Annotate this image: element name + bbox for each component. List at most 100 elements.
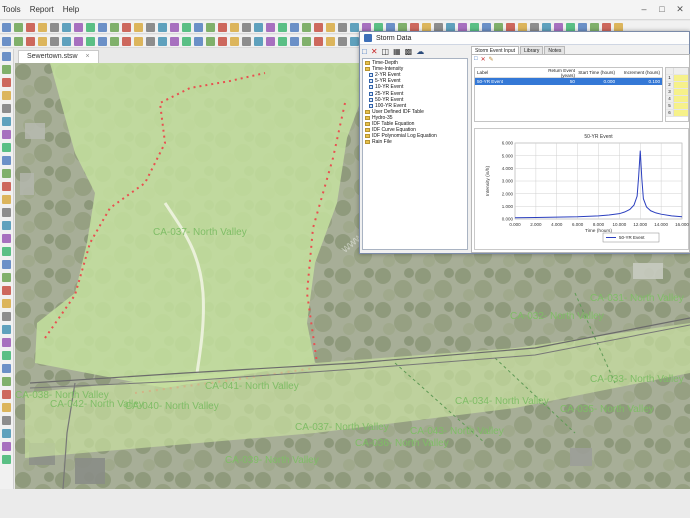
delete-icon[interactable]: ✕ (371, 47, 378, 57)
toolbar-tool-icon[interactable] (134, 36, 143, 46)
toolbar-tool-icon[interactable] (2, 338, 11, 347)
toolbar-tool-icon[interactable] (170, 22, 179, 32)
toolbar-tool-icon[interactable] (62, 22, 71, 32)
checkbox-icon[interactable] (369, 85, 373, 90)
grid-cell[interactable] (674, 96, 688, 102)
toolbar-tool-icon[interactable] (14, 22, 23, 32)
grid-cell[interactable] (674, 103, 688, 109)
menu-tools[interactable]: Tools (2, 5, 21, 14)
toolbar-tool-icon[interactable] (26, 36, 35, 46)
toolbar-tool-icon[interactable] (2, 117, 11, 126)
toolbar-tool-icon[interactable] (278, 36, 287, 46)
toolbar-tool-icon[interactable] (326, 22, 335, 32)
checkbox-icon[interactable] (369, 91, 373, 96)
toolbar-tool-icon[interactable] (2, 22, 11, 32)
toolbar-tool-icon[interactable] (110, 22, 119, 32)
grid-row[interactable]: 2 (666, 82, 688, 89)
close-icon[interactable]: ✕ (674, 3, 686, 15)
toolbar-tool-icon[interactable] (38, 36, 47, 46)
toolbar-tool-icon[interactable] (2, 429, 11, 438)
table-row[interactable]: 50-YR Event 50 0.000 0.100 (475, 78, 662, 85)
toolbar-tool-icon[interactable] (74, 22, 83, 32)
toolbar-tool-icon[interactable] (302, 22, 311, 32)
grid-row[interactable]: 4 (666, 96, 688, 103)
tab-notes[interactable]: Notes (544, 46, 566, 54)
toolbar-tool-icon[interactable] (50, 22, 59, 32)
grid-cell[interactable] (674, 75, 688, 81)
toolbar-tool-icon[interactable] (290, 22, 299, 32)
toolbar-tool-icon[interactable] (194, 22, 203, 32)
checkbox-icon[interactable] (369, 103, 373, 108)
toolbar-tool-icon[interactable] (218, 36, 227, 46)
grid-row[interactable]: 5 (666, 103, 688, 110)
toolbar-tool-icon[interactable] (50, 36, 59, 46)
toolbar-tool-icon[interactable] (158, 22, 167, 32)
edit-event-icon[interactable]: ✎ (489, 56, 494, 63)
toolbar-tool-icon[interactable] (14, 36, 23, 46)
document-tab[interactable]: Sewertown.stsw × (18, 50, 99, 63)
toolbar-tool-icon[interactable] (266, 22, 275, 32)
toolbar-tool-icon[interactable] (2, 221, 11, 230)
toolbar-tool-icon[interactable] (2, 312, 11, 321)
checkbox-icon[interactable] (369, 73, 373, 78)
grid-cell[interactable] (674, 89, 688, 95)
copy-icon[interactable]: ◫ (382, 47, 390, 57)
toolbar-tool-icon[interactable] (2, 299, 11, 308)
toolbar-tool-icon[interactable] (278, 22, 287, 32)
menu-help[interactable]: Help (63, 5, 79, 14)
toolbar-tool-icon[interactable] (266, 36, 275, 46)
toolbar-tool-icon[interactable] (2, 234, 11, 243)
toolbar-tool-icon[interactable] (230, 22, 239, 32)
toolbar-tool-icon[interactable] (2, 364, 11, 373)
checkbox-icon[interactable] (369, 97, 373, 102)
grid-row[interactable]: 3 (666, 89, 688, 96)
toolbar-tool-icon[interactable] (326, 36, 335, 46)
toolbar-tool-icon[interactable] (2, 182, 11, 191)
toolbar-tool-icon[interactable] (146, 22, 155, 32)
toolbar-tool-icon[interactable] (86, 36, 95, 46)
toolbar-tool-icon[interactable] (194, 36, 203, 46)
maximize-icon[interactable]: □ (656, 3, 668, 15)
dialog-title-bar[interactable]: Storm Data (360, 32, 689, 45)
toolbar-tool-icon[interactable] (134, 22, 143, 32)
delete-event-icon[interactable]: ✕ (481, 56, 486, 63)
toolbar-tool-icon[interactable] (2, 390, 11, 399)
grid-row[interactable]: 6 (666, 110, 688, 117)
toolbar-tool-icon[interactable] (350, 22, 359, 32)
checkbox-icon[interactable] (369, 79, 373, 84)
toolbar-tool-icon[interactable] (2, 91, 11, 100)
toolbar-tool-icon[interactable] (2, 273, 11, 282)
toolbar-tool-icon[interactable] (2, 260, 11, 269)
toolbar-tool-icon[interactable] (290, 36, 299, 46)
toolbar-tool-icon[interactable] (146, 36, 155, 46)
toolbar-tool-icon[interactable] (2, 104, 11, 113)
toolbar-tool-icon[interactable] (2, 130, 11, 139)
toolbar-tool-icon[interactable] (254, 36, 263, 46)
cloud-icon[interactable]: ☁ (416, 47, 424, 57)
toolbar-tool-icon[interactable] (2, 195, 11, 204)
cell-label[interactable]: 50-YR Event (475, 79, 535, 84)
toolbar-tool-icon[interactable] (338, 22, 347, 32)
toolbar-tool-icon[interactable] (242, 22, 251, 32)
tab-close-icon[interactable]: × (86, 53, 90, 60)
toolbar-tool-icon[interactable] (2, 208, 11, 217)
toolbar-tool-icon[interactable] (2, 442, 11, 451)
grid-row[interactable]: 1 (666, 75, 688, 82)
grid-cell[interactable] (674, 82, 688, 88)
toolbar-tool-icon[interactable] (86, 22, 95, 32)
toolbar-tool-icon[interactable] (2, 143, 11, 152)
toolbar-tool-icon[interactable] (2, 247, 11, 256)
menu-report[interactable]: Report (30, 5, 54, 14)
toolbar-tool-icon[interactable] (62, 36, 71, 46)
library-icon[interactable]: ▩ (405, 47, 413, 57)
toolbar-tool-icon[interactable] (2, 78, 11, 87)
toolbar-tool-icon[interactable] (26, 22, 35, 32)
cell-increment[interactable]: 0.100 (617, 79, 662, 84)
toolbar-tool-icon[interactable] (350, 36, 359, 46)
toolbar-tool-icon[interactable] (2, 416, 11, 425)
toolbar-tool-icon[interactable] (2, 169, 11, 178)
toolbar-tool-icon[interactable] (254, 22, 263, 32)
new-icon[interactable]: □ (362, 47, 367, 57)
toolbar-tool-icon[interactable] (2, 65, 11, 74)
toolbar-tool-icon[interactable] (2, 325, 11, 334)
